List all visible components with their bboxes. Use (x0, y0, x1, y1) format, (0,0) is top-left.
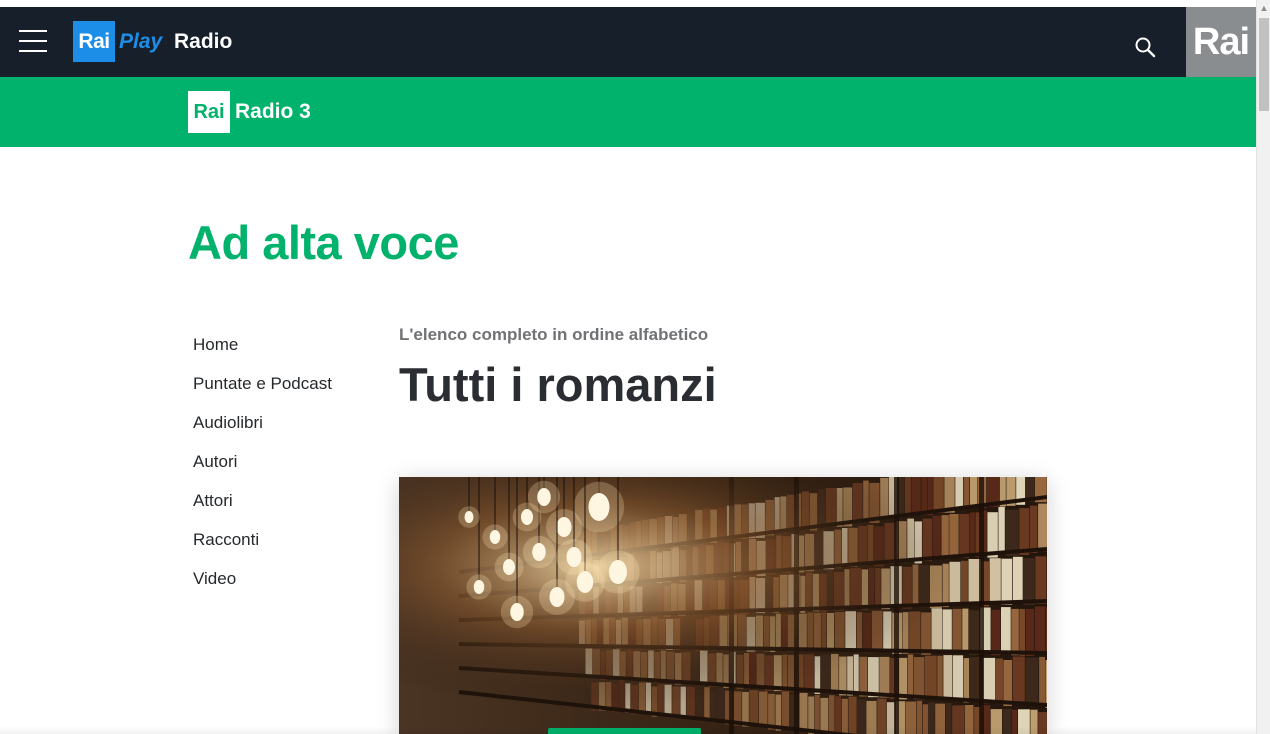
sidebar-item-puntate-podcast[interactable]: Puntate e Podcast (193, 372, 343, 396)
page-title: Ad alta voce (188, 216, 459, 269)
top-strip (0, 0, 1256, 7)
sidebar-item-home[interactable]: Home (193, 333, 343, 357)
sidebar-item-audiolibri[interactable]: Audiolibri (193, 411, 343, 435)
channel-bar: Rai Radio 3 (0, 77, 1256, 147)
hamburger-menu-icon[interactable] (19, 30, 47, 52)
logo-rai-text: Rai (73, 21, 115, 62)
rai-corner-logo[interactable]: Rai (1186, 7, 1256, 77)
channel-logo-rai: Rai (188, 91, 230, 133)
sidebar-item-racconti[interactable]: Racconti (193, 528, 343, 552)
vertical-scrollbar[interactable]: ▲ (1256, 0, 1270, 734)
scrollbar-thumb[interactable] (1259, 18, 1269, 111)
library-hero-image[interactable] (399, 477, 1047, 734)
section-heading: Tutti i romanzi (399, 358, 717, 411)
section-subtitle: L'elenco completo in ordine alfabetico (399, 325, 709, 344)
sidebar-item-attori[interactable]: Attori (193, 489, 343, 513)
top-navbar: Rai Play Radio Rai (0, 7, 1256, 77)
search-icon[interactable] (1133, 35, 1157, 59)
logo-play-text: Play (119, 30, 163, 53)
channel-name: Radio 3 (235, 100, 311, 123)
scroll-up-arrow-icon[interactable]: ▲ (1257, 0, 1270, 16)
sidebar-nav: Home Puntate e Podcast Audiolibri Autori… (193, 333, 343, 606)
library-bookshelf-illustration (399, 477, 1047, 734)
sidebar-item-autori[interactable]: Autori (193, 450, 343, 474)
sidebar-item-video[interactable]: Video (193, 567, 343, 591)
bottom-shadow (0, 726, 1256, 734)
logo-radio-text: Radio (174, 30, 233, 53)
